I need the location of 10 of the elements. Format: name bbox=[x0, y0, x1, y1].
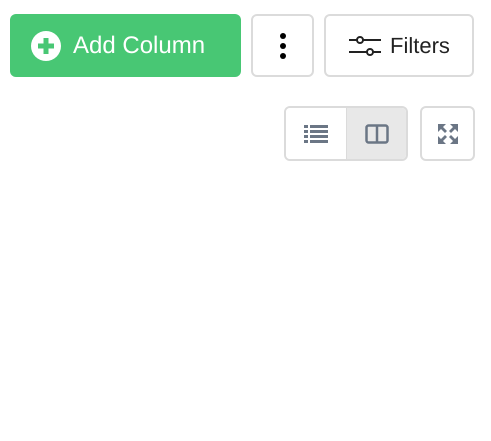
expand-button[interactable] bbox=[420, 106, 475, 161]
filters-button[interactable]: Filters bbox=[324, 14, 474, 77]
sliders-icon bbox=[348, 34, 382, 58]
more-icon bbox=[280, 32, 286, 58]
more-button[interactable] bbox=[251, 14, 314, 77]
columns-icon bbox=[364, 124, 388, 144]
expand-icon bbox=[436, 122, 458, 144]
plus-circle-icon bbox=[31, 30, 61, 60]
list-icon bbox=[304, 124, 328, 142]
split-view-button[interactable] bbox=[346, 108, 406, 159]
